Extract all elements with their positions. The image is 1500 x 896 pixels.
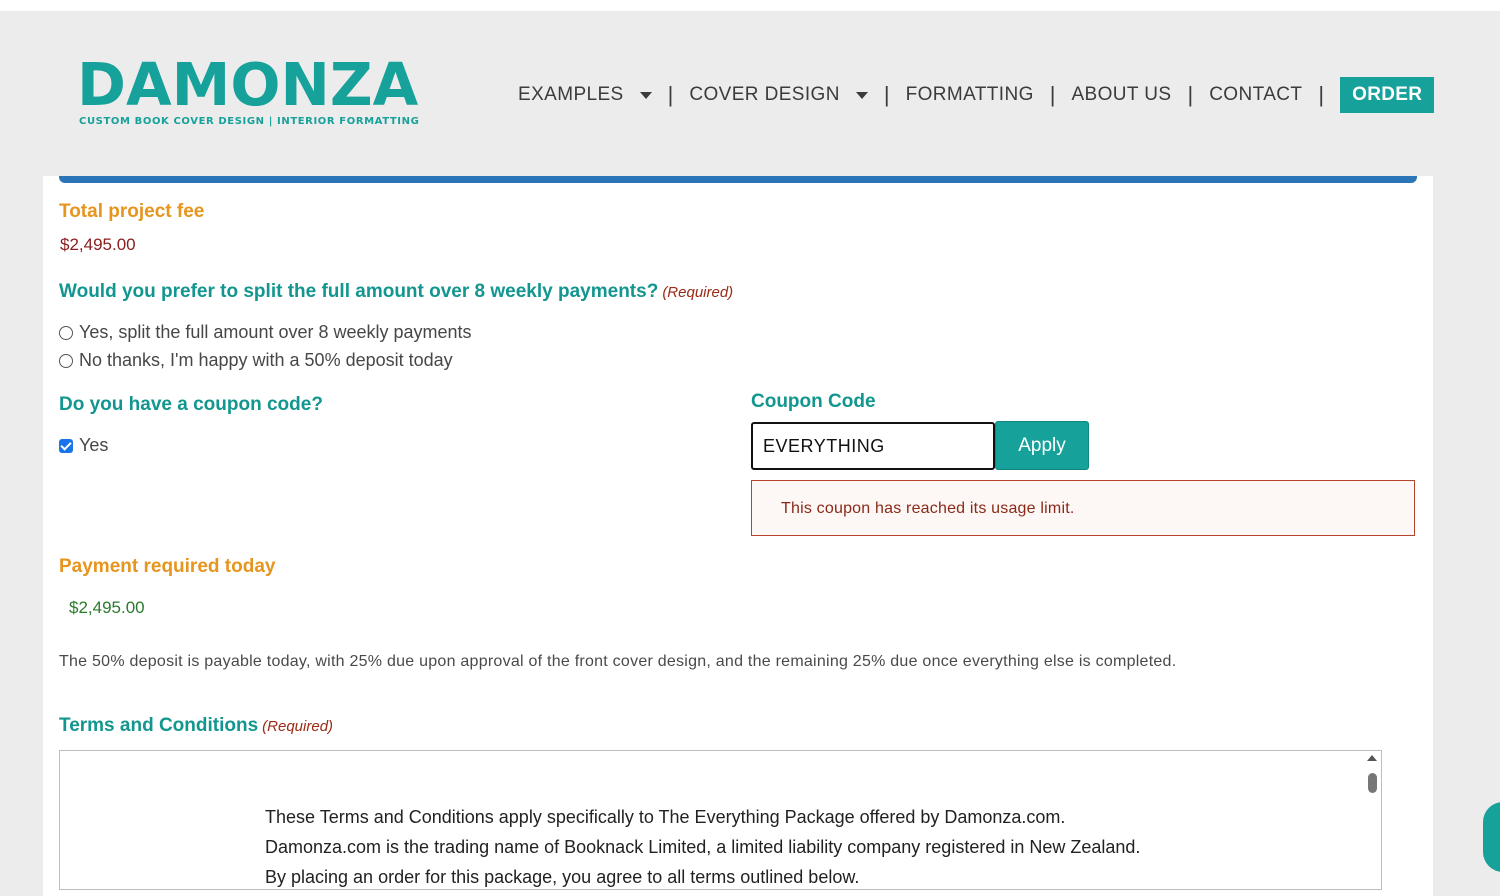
split-option-yes-label: Yes, split the full amount over 8 weekly…: [79, 322, 472, 342]
chat-icon[interactable]: [1483, 802, 1500, 872]
logo-wordmark: DAMONZA: [77, 50, 419, 119]
split-option-yes[interactable]: Yes, split the full amount over 8 weekly…: [59, 322, 472, 343]
coupon-question: Do you have a coupon code?: [59, 394, 323, 415]
nav-contact[interactable]: CONTACT: [1209, 84, 1302, 106]
top-strip: [0, 0, 1500, 11]
terms-line: By placing an order for this package, yo…: [265, 867, 860, 887]
main-nav: EXAMPLES | COVER DESIGN | FORMATTING | A…: [518, 77, 1435, 113]
site-logo[interactable]: DAMONZA CUSTOM BOOK COVER DESIGN | INTER…: [77, 50, 419, 128]
coupon-code-input[interactable]: [751, 422, 995, 470]
nav-separator: |: [1049, 82, 1056, 107]
payment-today-value: $2,495.00: [69, 598, 145, 617]
split-payment-question: Would you prefer to split the full amoun…: [59, 281, 733, 303]
apply-coupon-button[interactable]: Apply: [995, 421, 1089, 470]
nav-separator: |: [883, 82, 890, 107]
radio-unchecked-icon[interactable]: [59, 353, 73, 368]
nav-formatting[interactable]: FORMATTING: [906, 84, 1034, 106]
chevron-down-icon: [855, 91, 868, 99]
coupon-yes-checkbox[interactable]: Yes: [59, 435, 108, 456]
split-option-no-label: No thanks, I'm happy with a 50% deposit …: [79, 350, 453, 370]
coupon-yes-label: Yes: [79, 435, 109, 455]
order-button[interactable]: ORDER: [1340, 77, 1435, 113]
terms-content: These Terms and Conditions apply specifi…: [265, 802, 1141, 889]
nav-about-us[interactable]: ABOUT US: [1071, 84, 1171, 106]
total-fee-value: $2,495.00: [60, 235, 136, 254]
nav-cover-design-label: COVER DESIGN: [689, 84, 840, 105]
split-option-no[interactable]: No thanks, I'm happy with a 50% deposit …: [59, 350, 453, 371]
total-fee-label: Total project fee: [59, 201, 205, 222]
nav-separator: |: [1187, 82, 1194, 107]
chevron-down-icon: [639, 91, 652, 99]
checkbox-checked-icon[interactable]: [59, 438, 73, 453]
terms-line: Damonza.com is the trading name of Bookn…: [265, 837, 1141, 857]
radio-unchecked-icon[interactable]: [59, 325, 73, 340]
nav-examples-label: EXAMPLES: [518, 84, 624, 105]
scrollbar-thumb[interactable]: [1368, 773, 1377, 793]
required-marker: (Required): [262, 718, 334, 735]
coupon-error-message: This coupon has reached its usage limit.: [751, 480, 1415, 536]
payment-today-label: Payment required today: [59, 556, 276, 577]
required-marker: (Required): [662, 284, 734, 301]
nav-cover-design[interactable]: COVER DESIGN: [689, 84, 868, 106]
terms-label-text: Terms and Conditions: [59, 715, 259, 736]
deposit-note: The 50% deposit is payable today, with 2…: [59, 653, 1177, 670]
nav-separator: |: [1318, 82, 1325, 107]
form-progress-bar: [59, 176, 1417, 183]
terms-scroll-box[interactable]: These Terms and Conditions apply specifi…: [59, 750, 1382, 890]
scroll-up-arrow-icon[interactable]: [1367, 755, 1377, 761]
coupon-code-label: Coupon Code: [751, 391, 876, 412]
nav-separator: |: [667, 82, 674, 107]
split-payment-question-text: Would you prefer to split the full amoun…: [59, 281, 659, 302]
terms-label: Terms and Conditions (Required): [59, 715, 333, 737]
terms-line: These Terms and Conditions apply specifi…: [265, 807, 1066, 827]
logo-tagline: CUSTOM BOOK COVER DESIGN | INTERIOR FORM…: [79, 116, 420, 127]
nav-examples[interactable]: EXAMPLES: [518, 84, 652, 106]
